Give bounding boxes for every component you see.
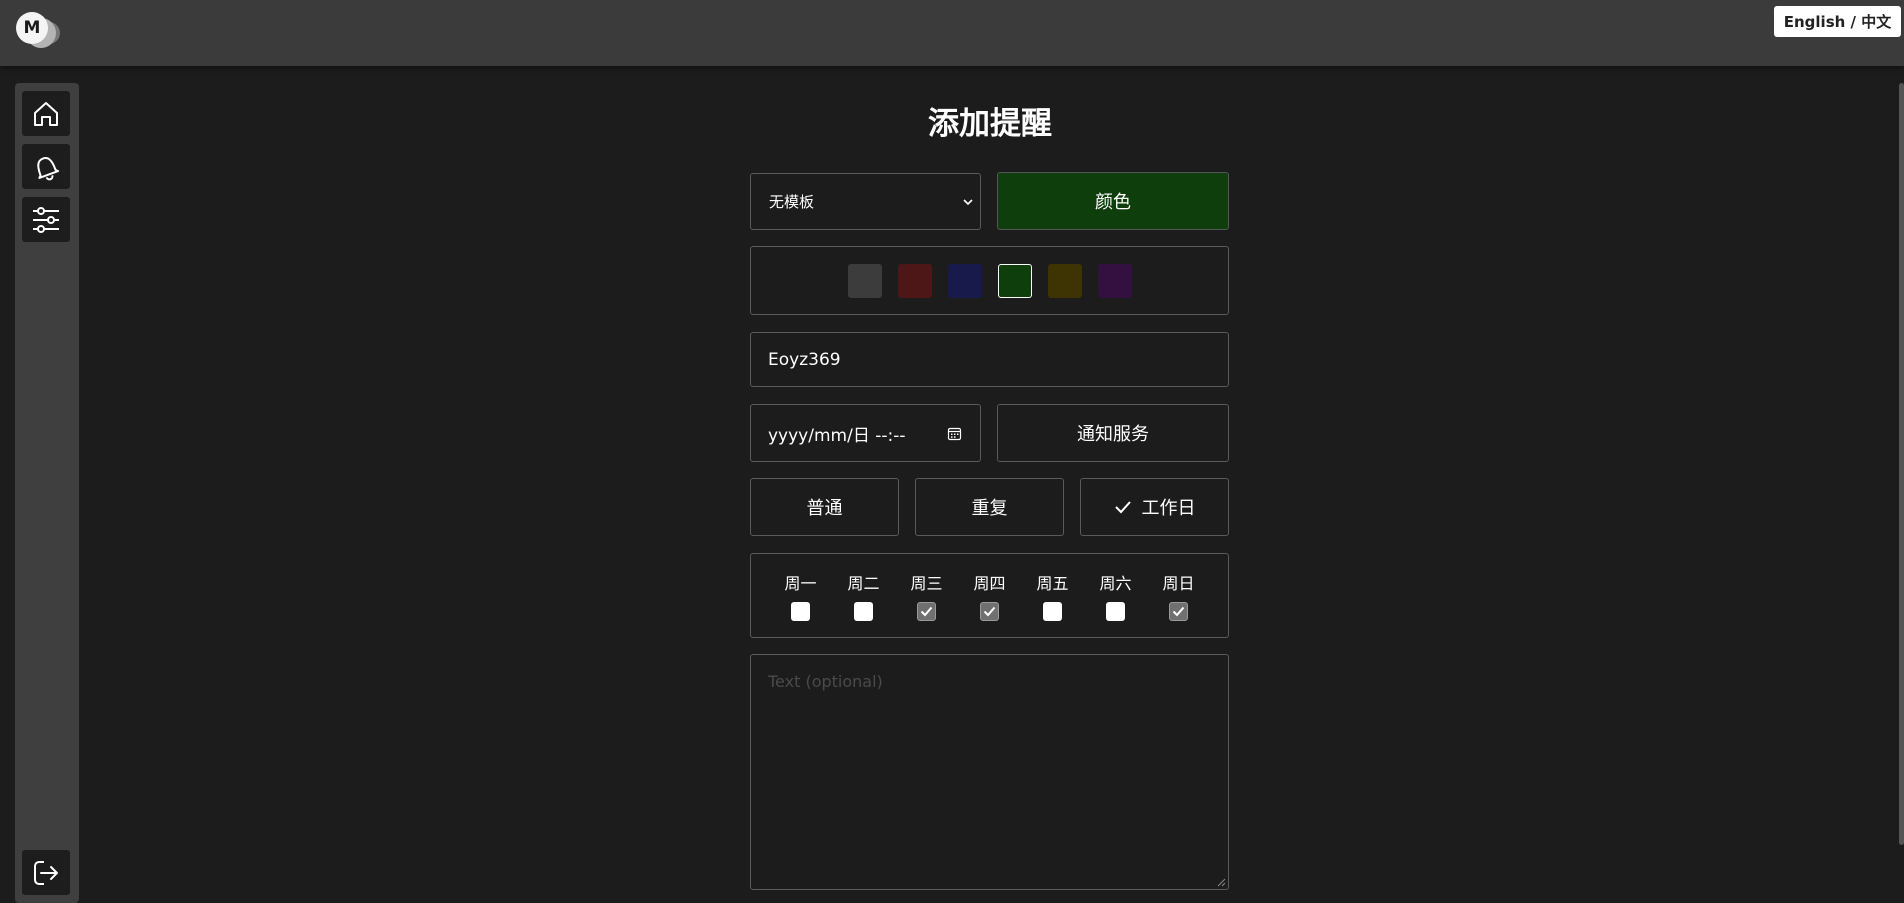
weekday-checkbox[interactable] [791, 602, 810, 621]
color-swatch[interactable] [1047, 263, 1082, 298]
color-swatch-panel [750, 246, 1229, 315]
mode-repeat-label: 重复 [971, 498, 1008, 519]
color-swatch[interactable] [1097, 263, 1132, 298]
check-icon [920, 606, 933, 617]
chevron-down-icon [963, 198, 973, 205]
weekday-checkbox[interactable] [1106, 602, 1125, 621]
weekday-item: 周三 [909, 570, 945, 621]
datetime-placeholder: yyyy/mm/日 --:-- [768, 425, 906, 446]
weekday-item: 周日 [1161, 570, 1197, 621]
notify-service-button[interactable]: 通知服务 [997, 404, 1229, 462]
color-swatch[interactable] [847, 263, 882, 298]
check-icon [1114, 501, 1131, 514]
home-icon [34, 101, 58, 126]
mode-repeat-button[interactable]: 重复 [915, 478, 1064, 536]
bell-icon [37, 156, 60, 180]
app-logo[interactable]: M [12, 8, 64, 56]
mode-workday-button[interactable]: 工作日 [1080, 478, 1229, 536]
weekday-checkbox[interactable] [980, 602, 999, 621]
color-button[interactable]: 颜色 [997, 172, 1229, 230]
color-swatch[interactable] [947, 263, 982, 298]
sidebar [15, 83, 79, 903]
weekday-label: 周四 [973, 574, 1006, 593]
mode-normal-button[interactable]: 普通 [750, 478, 899, 536]
weekday-label: 周五 [1036, 574, 1069, 593]
page-title: 添加提醒 [928, 106, 1052, 142]
name-input-value: Eoyz369 [768, 349, 841, 370]
resize-grip-icon[interactable] [1217, 878, 1226, 887]
color-swatch[interactable] [997, 263, 1032, 298]
template-select-value: 无模板 [769, 193, 815, 211]
color-button-label: 颜色 [1095, 192, 1131, 213]
text-placeholder: Text (optional) [768, 672, 883, 691]
weekday-label: 周一 [784, 574, 817, 593]
color-swatch[interactable] [897, 263, 932, 298]
name-input[interactable]: Eoyz369 [750, 332, 1229, 387]
template-select[interactable]: 无模板 [750, 173, 981, 230]
logout-button[interactable] [22, 850, 70, 895]
weekday-item: 周二 [846, 570, 882, 621]
datetime-input[interactable]: yyyy/mm/日 --:-- [750, 404, 981, 462]
weekday-checkbox[interactable] [917, 602, 936, 621]
sidebar-item-home[interactable] [22, 91, 70, 136]
page-scrollbar[interactable] [1899, 83, 1904, 845]
logout-icon [34, 860, 58, 885]
sidebar-item-settings[interactable] [22, 197, 70, 242]
sliders-icon [33, 206, 59, 233]
weekday-label: 周二 [847, 574, 880, 593]
sidebar-item-reminders[interactable] [22, 144, 70, 189]
weekday-item: 周六 [1098, 570, 1134, 621]
weekday-checkbox[interactable] [854, 602, 873, 621]
notify-service-label: 通知服务 [1077, 424, 1149, 445]
language-toggle-button[interactable]: English / 中文 [1774, 6, 1901, 37]
mode-workday-label: 工作日 [1141, 498, 1196, 519]
weekday-label: 周六 [1099, 574, 1132, 593]
text-input[interactable]: Text (optional) [750, 654, 1229, 890]
weekday-item: 周一 [783, 570, 819, 621]
check-icon [983, 606, 996, 617]
weekday-label: 周日 [1162, 574, 1195, 593]
weekday-item: 周五 [1035, 570, 1071, 621]
calendar-icon[interactable] [947, 426, 962, 441]
weekday-item: 周四 [972, 570, 1008, 621]
weekday-label: 周三 [910, 574, 943, 593]
check-icon [1172, 606, 1185, 617]
top-bar: M English / 中文 [0, 0, 1904, 66]
weekday-checkbox[interactable] [1043, 602, 1062, 621]
weekday-selector: 周一 周二 周三 周四 周五 周六 周日 [750, 553, 1229, 638]
mode-normal-label: 普通 [806, 498, 843, 519]
weekday-checkbox[interactable] [1169, 602, 1188, 621]
logo-letter: M [16, 12, 48, 44]
